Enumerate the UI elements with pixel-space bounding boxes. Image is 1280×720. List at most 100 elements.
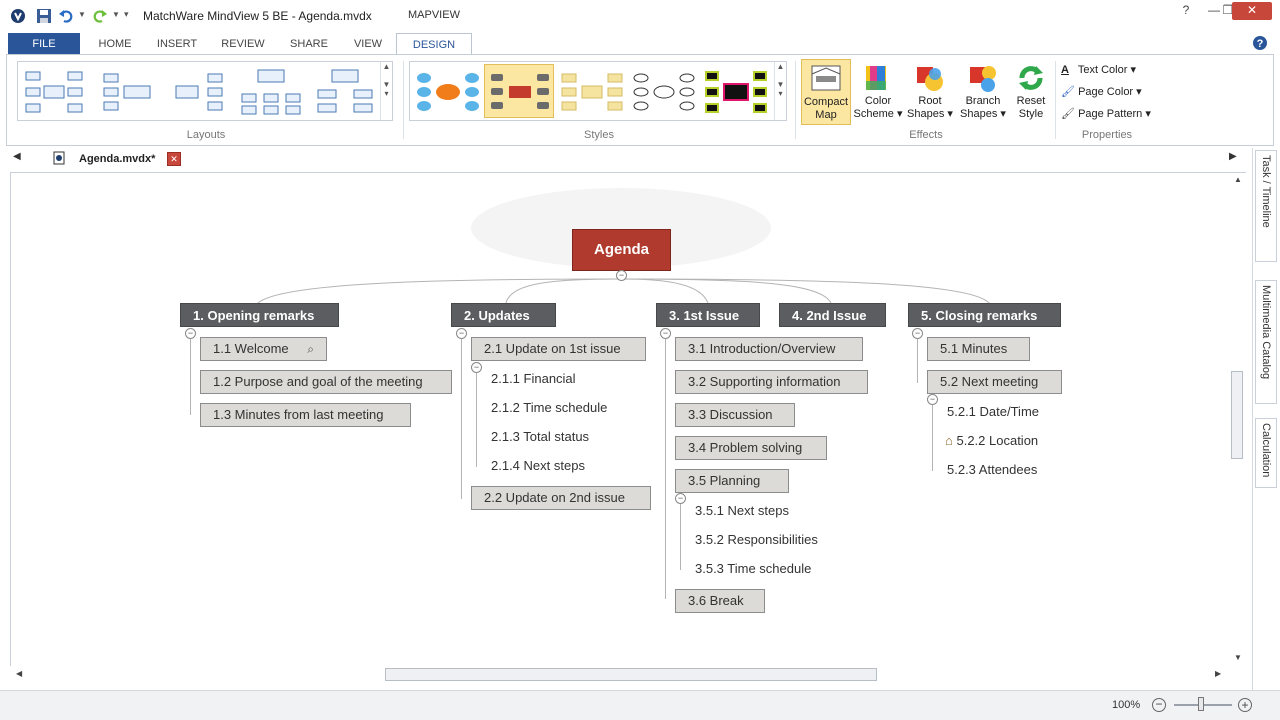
tab-home[interactable]: HOME bbox=[92, 33, 138, 55]
subtopic-purpose[interactable]: 1.2 Purpose and goal of the meeting bbox=[200, 370, 452, 394]
save-icon[interactable] bbox=[36, 8, 52, 24]
collapse-topic-5-icon[interactable]: − bbox=[912, 328, 923, 339]
text-color-button[interactable]: A Text Color ▾ bbox=[1061, 63, 1136, 76]
zoom-slider-thumb[interactable] bbox=[1198, 697, 1204, 711]
collapse-subtopic-3-5-icon[interactable]: − bbox=[675, 493, 686, 504]
side-tab-multimedia-catalog[interactable]: Multimedia Catalog bbox=[1255, 280, 1277, 404]
zoom-in-icon[interactable]: + bbox=[1238, 698, 1252, 712]
branch-shapes-button[interactable]: Branch Shapes ▾ bbox=[957, 59, 1009, 125]
collapse-subtopic-5-2-icon[interactable]: − bbox=[927, 394, 938, 405]
root-topic[interactable]: Agenda bbox=[572, 229, 671, 271]
collapse-subtopic-2-1-icon[interactable]: − bbox=[471, 362, 482, 373]
style-dark-icon[interactable] bbox=[704, 68, 768, 116]
help-toggle-button[interactable]: ? bbox=[1172, 2, 1200, 20]
style-outline-icon[interactable] bbox=[632, 68, 696, 116]
main-topic-2nd-issue[interactable]: 4. 2nd Issue bbox=[779, 303, 886, 327]
main-topic-opening-remarks[interactable]: 1. Opening remarks bbox=[180, 303, 339, 327]
undo-icon[interactable] bbox=[58, 8, 74, 24]
layout-mind-map-icon[interactable] bbox=[24, 70, 84, 114]
document-tab[interactable]: Agenda.mvdx* ✕ bbox=[46, 149, 186, 169]
color-scheme-button[interactable]: Color Scheme ▾ bbox=[853, 59, 903, 125]
style-colorful-icon[interactable] bbox=[416, 68, 480, 116]
reset-style-button[interactable]: Reset Style bbox=[1011, 59, 1051, 125]
subtopic-problem-solving[interactable]: 3.4 Problem solving bbox=[675, 436, 827, 460]
main-topic-1st-issue[interactable]: 3. 1st Issue bbox=[656, 303, 760, 327]
vertical-scrollbar[interactable]: ▲ ▼ bbox=[1229, 173, 1246, 666]
subtopic-supporting-info[interactable]: 3.2 Supporting information bbox=[675, 370, 868, 394]
subtopic-update-1st-issue[interactable]: 2.1 Update on 1st issue bbox=[471, 337, 646, 361]
attachment-icon[interactable]: ⌕ bbox=[307, 338, 314, 360]
side-tab-task-timeline[interactable]: Task / Timeline bbox=[1255, 150, 1277, 262]
collapse-root-icon[interactable]: − bbox=[616, 270, 627, 281]
subsubtopic-location[interactable]: ⌂ 5.2.2 Location bbox=[945, 432, 1038, 450]
tab-insert[interactable]: INSERT bbox=[152, 33, 202, 55]
text-color-label: Text Color bbox=[1077, 64, 1128, 76]
subtopic-next-meeting[interactable]: 5.2 Next meeting bbox=[927, 370, 1062, 394]
horizontal-scroll-thumb[interactable] bbox=[385, 668, 877, 681]
subtopic-update-2nd-issue[interactable]: 2.2 Update on 2nd issue bbox=[471, 486, 651, 510]
color-scheme-label-1: Color bbox=[864, 95, 892, 107]
scroll-right-small-icon[interactable]: ▶ bbox=[1215, 669, 1221, 678]
subsubtopic-responsibilities[interactable]: 3.5.2 Responsibilities bbox=[695, 531, 818, 549]
subtopic-minutes[interactable]: 5.1 Minutes bbox=[927, 337, 1030, 361]
horizontal-scrollbar[interactable]: ◀ ▶ bbox=[10, 666, 1246, 684]
subsubtopic-time-schedule-3[interactable]: 3.5.3 Time schedule bbox=[695, 560, 811, 578]
tab-design[interactable]: DESIGN bbox=[396, 33, 472, 55]
undo-dropdown-icon[interactable]: ▼ bbox=[78, 10, 86, 19]
page-color-label: Page Color bbox=[1078, 86, 1134, 98]
subsubtopic-date-time[interactable]: 5.2.1 Date/Time bbox=[947, 403, 1039, 421]
scroll-left-icon[interactable]: ◀ bbox=[13, 151, 21, 162]
title-bar: ▼ ▼ ▾ MatchWare MindView 5 BE - Agenda.m… bbox=[0, 0, 1280, 33]
redo-icon[interactable] bbox=[92, 8, 108, 24]
subtopic-discussion[interactable]: 3.3 Discussion bbox=[675, 403, 795, 427]
page-pattern-button[interactable]: 🖌 Page Pattern ▾ bbox=[1061, 107, 1151, 120]
collapse-topic-2-icon[interactable]: − bbox=[456, 328, 467, 339]
scroll-up-icon[interactable]: ▲ bbox=[1234, 175, 1242, 184]
style-yellow-icon[interactable] bbox=[560, 68, 624, 116]
zoom-out-icon[interactable]: − bbox=[1152, 698, 1166, 712]
root-shapes-button[interactable]: Root Shapes ▾ bbox=[905, 59, 955, 125]
main-topic-closing-remarks[interactable]: 5. Closing remarks bbox=[908, 303, 1061, 327]
close-button[interactable]: ✕ bbox=[1232, 2, 1272, 20]
main-topic-updates[interactable]: 2. Updates bbox=[451, 303, 556, 327]
layout-right-map-icon[interactable] bbox=[102, 70, 154, 114]
subsubtopic-total-status[interactable]: 2.1.3 Total status bbox=[491, 428, 589, 446]
collapse-topic-3-icon[interactable]: − bbox=[660, 328, 671, 339]
scroll-right-icon[interactable]: ▶ bbox=[1229, 151, 1237, 162]
subsubtopic-attendees[interactable]: 5.2.3 Attendees bbox=[947, 461, 1037, 479]
tab-review[interactable]: REVIEW bbox=[218, 33, 268, 55]
layouts-gallery-scroll[interactable]: ▲ ▼ ▾ bbox=[380, 62, 392, 120]
collapse-topic-1-icon[interactable]: − bbox=[185, 328, 196, 339]
layouts-group-label: Layouts bbox=[186, 129, 226, 141]
subtopic-welcome[interactable]: 1.1 Welcome ⌕ bbox=[200, 337, 327, 361]
tab-view[interactable]: VIEW bbox=[348, 33, 388, 55]
subtopic-minutes-last[interactable]: 1.3 Minutes from last meeting bbox=[200, 403, 411, 427]
tab-file[interactable]: FILE bbox=[8, 33, 80, 55]
scroll-down-icon[interactable]: ▼ bbox=[1234, 653, 1242, 662]
side-tab-calculation[interactable]: Calculation bbox=[1255, 418, 1277, 488]
mind-map-canvas[interactable]: Agenda − 1. Opening remarks 2. Updates 3… bbox=[10, 172, 1246, 666]
subsubtopic-next-steps-3[interactable]: 3.5.1 Next steps bbox=[695, 502, 789, 520]
subtopic-break[interactable]: 3.6 Break bbox=[675, 589, 765, 613]
compact-map-button[interactable]: Compact Map bbox=[801, 59, 851, 125]
subsubtopic-time-schedule[interactable]: 2.1.2 Time schedule bbox=[491, 399, 607, 417]
help-icon[interactable]: ? bbox=[1252, 35, 1268, 51]
scroll-left-small-icon[interactable]: ◀ bbox=[16, 669, 22, 678]
layout-top-down-icon[interactable] bbox=[240, 68, 302, 116]
redo-dropdown-icon[interactable]: ▼ bbox=[112, 10, 120, 19]
reset-style-label-2: Style bbox=[1018, 108, 1044, 120]
customize-qat-icon[interactable]: ▾ bbox=[124, 9, 129, 20]
tab-share[interactable]: SHARE bbox=[284, 33, 334, 55]
subsubtopic-next-steps[interactable]: 2.1.4 Next steps bbox=[491, 457, 585, 475]
app-logo-icon[interactable] bbox=[10, 8, 26, 24]
close-document-icon[interactable]: ✕ bbox=[167, 152, 181, 166]
vertical-scroll-thumb[interactable] bbox=[1231, 371, 1243, 459]
layout-org-chart-icon[interactable] bbox=[314, 68, 376, 116]
style-gray-selected[interactable] bbox=[484, 64, 554, 118]
subsubtopic-financial[interactable]: 2.1.1 Financial bbox=[491, 370, 576, 388]
page-color-button[interactable]: 🖌 Page Color ▾ bbox=[1061, 85, 1142, 98]
styles-gallery-scroll[interactable]: ▲ ▼ ▾ bbox=[774, 62, 786, 120]
subtopic-introduction[interactable]: 3.1 Introduction/Overview bbox=[675, 337, 863, 361]
subtopic-planning[interactable]: 3.5 Planning bbox=[675, 469, 789, 493]
layout-left-map-icon[interactable] bbox=[174, 70, 226, 114]
